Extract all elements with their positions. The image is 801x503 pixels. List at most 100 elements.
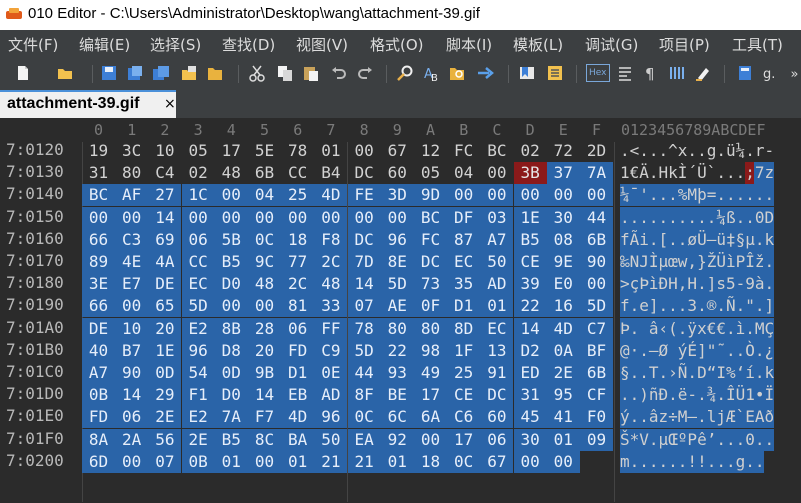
hex-byte[interactable]: FE xyxy=(347,184,381,207)
hex-byte[interactable]: 29 xyxy=(148,384,182,407)
hex-byte[interactable]: 01 xyxy=(214,450,248,473)
hex-byte[interactable]: BE xyxy=(380,384,414,407)
hex-byte[interactable]: 2C xyxy=(281,273,315,296)
units-icon[interactable]: g. xyxy=(762,64,780,82)
word-wrap-icon[interactable] xyxy=(616,64,634,82)
hex-byte[interactable]: 5D xyxy=(580,295,613,318)
hex-byte[interactable]: 00 xyxy=(347,206,381,229)
hex-byte[interactable]: 90 xyxy=(580,251,613,273)
hex-byte[interactable]: 00 xyxy=(82,206,115,229)
hex-byte[interactable]: C9 xyxy=(314,339,348,362)
open-folder-icon[interactable] xyxy=(56,64,74,82)
hex-byte[interactable]: F7 xyxy=(248,406,281,429)
hex-byte[interactable]: 12 xyxy=(414,140,447,162)
hex-byte[interactable]: 66 xyxy=(82,228,115,251)
hex-byte[interactable]: CE xyxy=(513,251,547,273)
hex-byte[interactable]: 27 xyxy=(148,184,182,207)
hex-byte[interactable]: 60 xyxy=(480,406,514,429)
hex-byte[interactable]: 00 xyxy=(380,206,414,229)
hex-byte[interactable]: 50 xyxy=(480,251,514,273)
hex-byte[interactable]: 20 xyxy=(248,339,281,362)
hex-byte[interactable]: 00 xyxy=(546,450,580,473)
hex-byte[interactable]: 6B xyxy=(580,228,613,251)
hex-byte[interactable]: 01 xyxy=(546,428,580,451)
paragraph-icon[interactable]: ¶ xyxy=(642,64,660,82)
hex-byte[interactable]: 3E xyxy=(82,273,115,296)
hex-byte[interactable]: 04 xyxy=(248,184,281,207)
hex-byte[interactable]: 4A xyxy=(148,251,182,273)
hex-byte[interactable]: 44 xyxy=(580,206,613,229)
hex-byte[interactable]: E2 xyxy=(181,406,215,429)
hex-byte[interactable]: 80 xyxy=(380,317,414,340)
hex-byte[interactable]: DE xyxy=(82,317,115,340)
hex-byte[interactable]: 17 xyxy=(215,140,248,162)
goto-icon[interactable] xyxy=(476,64,494,82)
hex-byte[interactable]: 00 xyxy=(580,273,613,296)
hex-byte[interactable]: 00 xyxy=(115,206,149,229)
hex-byte[interactable]: 31 xyxy=(513,384,547,407)
hex-byte[interactable]: 9C xyxy=(248,251,281,273)
menu-select[interactable]: 选择(S) xyxy=(150,34,201,55)
hex-byte[interactable]: CC xyxy=(281,162,314,184)
menu-view[interactable]: 视图(V) xyxy=(296,34,348,55)
find-icon[interactable] xyxy=(396,64,414,82)
hex-byte[interactable]: 4D xyxy=(314,184,348,207)
ascii-text[interactable]: fÃi.[..øÜ–ü‡§µ.k xyxy=(620,229,798,251)
open-project-icon[interactable] xyxy=(180,64,198,82)
hex-byte[interactable]: 8C xyxy=(248,428,281,451)
hex-byte[interactable]: 40 xyxy=(82,339,115,362)
hex-byte[interactable]: 0F xyxy=(414,295,447,318)
hex-byte[interactable]: 01 xyxy=(480,295,514,318)
ascii-text[interactable]: .<...^x..g.ü¼.r- xyxy=(620,140,798,162)
hex-byte[interactable]: 67 xyxy=(381,140,414,162)
folder-icon[interactable] xyxy=(206,64,224,82)
compare-icon[interactable] xyxy=(546,64,564,82)
ascii-text[interactable]: 1€Ä.HkÌ´Ü`...;7z xyxy=(620,162,798,184)
hex-byte[interactable]: 3B xyxy=(513,162,547,185)
hex-byte[interactable]: DF xyxy=(447,206,481,229)
hex-byte[interactable]: 91 xyxy=(480,362,514,384)
hex-byte[interactable]: 48 xyxy=(215,162,248,184)
tab-attachment[interactable]: attachment-39.gif × xyxy=(0,90,176,118)
hex-byte[interactable]: 03 xyxy=(480,206,514,229)
hex-byte[interactable]: 37 xyxy=(546,162,580,185)
hex-byte[interactable]: 80 xyxy=(115,162,148,184)
hex-byte[interactable]: 8F xyxy=(347,384,381,407)
hex-byte[interactable]: 00 xyxy=(248,450,281,473)
hex-byte[interactable]: EC xyxy=(181,273,215,296)
hex-byte[interactable]: D2 xyxy=(513,339,547,362)
hex-byte[interactable]: 96 xyxy=(314,406,348,429)
hex-byte[interactable]: 5B xyxy=(214,228,248,251)
hex-byte[interactable]: CC xyxy=(181,251,215,273)
new-file-icon[interactable] xyxy=(14,64,32,82)
hex-byte[interactable]: 92 xyxy=(380,428,414,451)
hex-byte[interactable]: 00 xyxy=(214,295,248,318)
hex-byte[interactable]: 48 xyxy=(314,273,348,296)
hex-byte[interactable]: 33 xyxy=(314,295,348,318)
hex-byte[interactable]: 06 xyxy=(281,317,315,340)
hex-byte[interactable]: 95 xyxy=(546,384,580,407)
hex-byte[interactable]: 3C xyxy=(115,140,148,162)
hex-byte[interactable]: 16 xyxy=(546,295,580,318)
hex-byte[interactable]: 2A xyxy=(115,428,149,451)
hex-byte[interactable]: 22 xyxy=(513,295,547,318)
menu-debug[interactable]: 调试(G) xyxy=(585,34,638,55)
hex-byte[interactable]: 1E xyxy=(148,339,182,362)
hex-byte[interactable]: 1E xyxy=(513,206,547,229)
hex-byte[interactable]: 98 xyxy=(414,339,447,362)
hex-byte[interactable]: 00 xyxy=(447,184,481,207)
hex-icon[interactable]: Hex xyxy=(586,64,610,82)
redo-icon[interactable] xyxy=(356,64,374,82)
hex-byte[interactable]: 20 xyxy=(148,317,182,340)
hex-byte[interactable]: 00 xyxy=(546,184,580,207)
hex-byte[interactable]: 96 xyxy=(181,339,215,362)
cut-icon[interactable] xyxy=(248,64,266,82)
hex-byte[interactable]: 72 xyxy=(547,140,580,162)
hex-byte[interactable]: 73 xyxy=(414,273,447,296)
hex-byte[interactable]: 2C xyxy=(314,251,348,273)
hex-byte[interactable]: D0 xyxy=(214,384,248,407)
hex-byte[interactable]: 00 xyxy=(513,184,547,207)
hex-byte[interactable]: 30 xyxy=(546,206,580,229)
hex-byte[interactable]: 8E xyxy=(380,251,414,273)
hex-byte[interactable]: 9D xyxy=(414,184,447,207)
